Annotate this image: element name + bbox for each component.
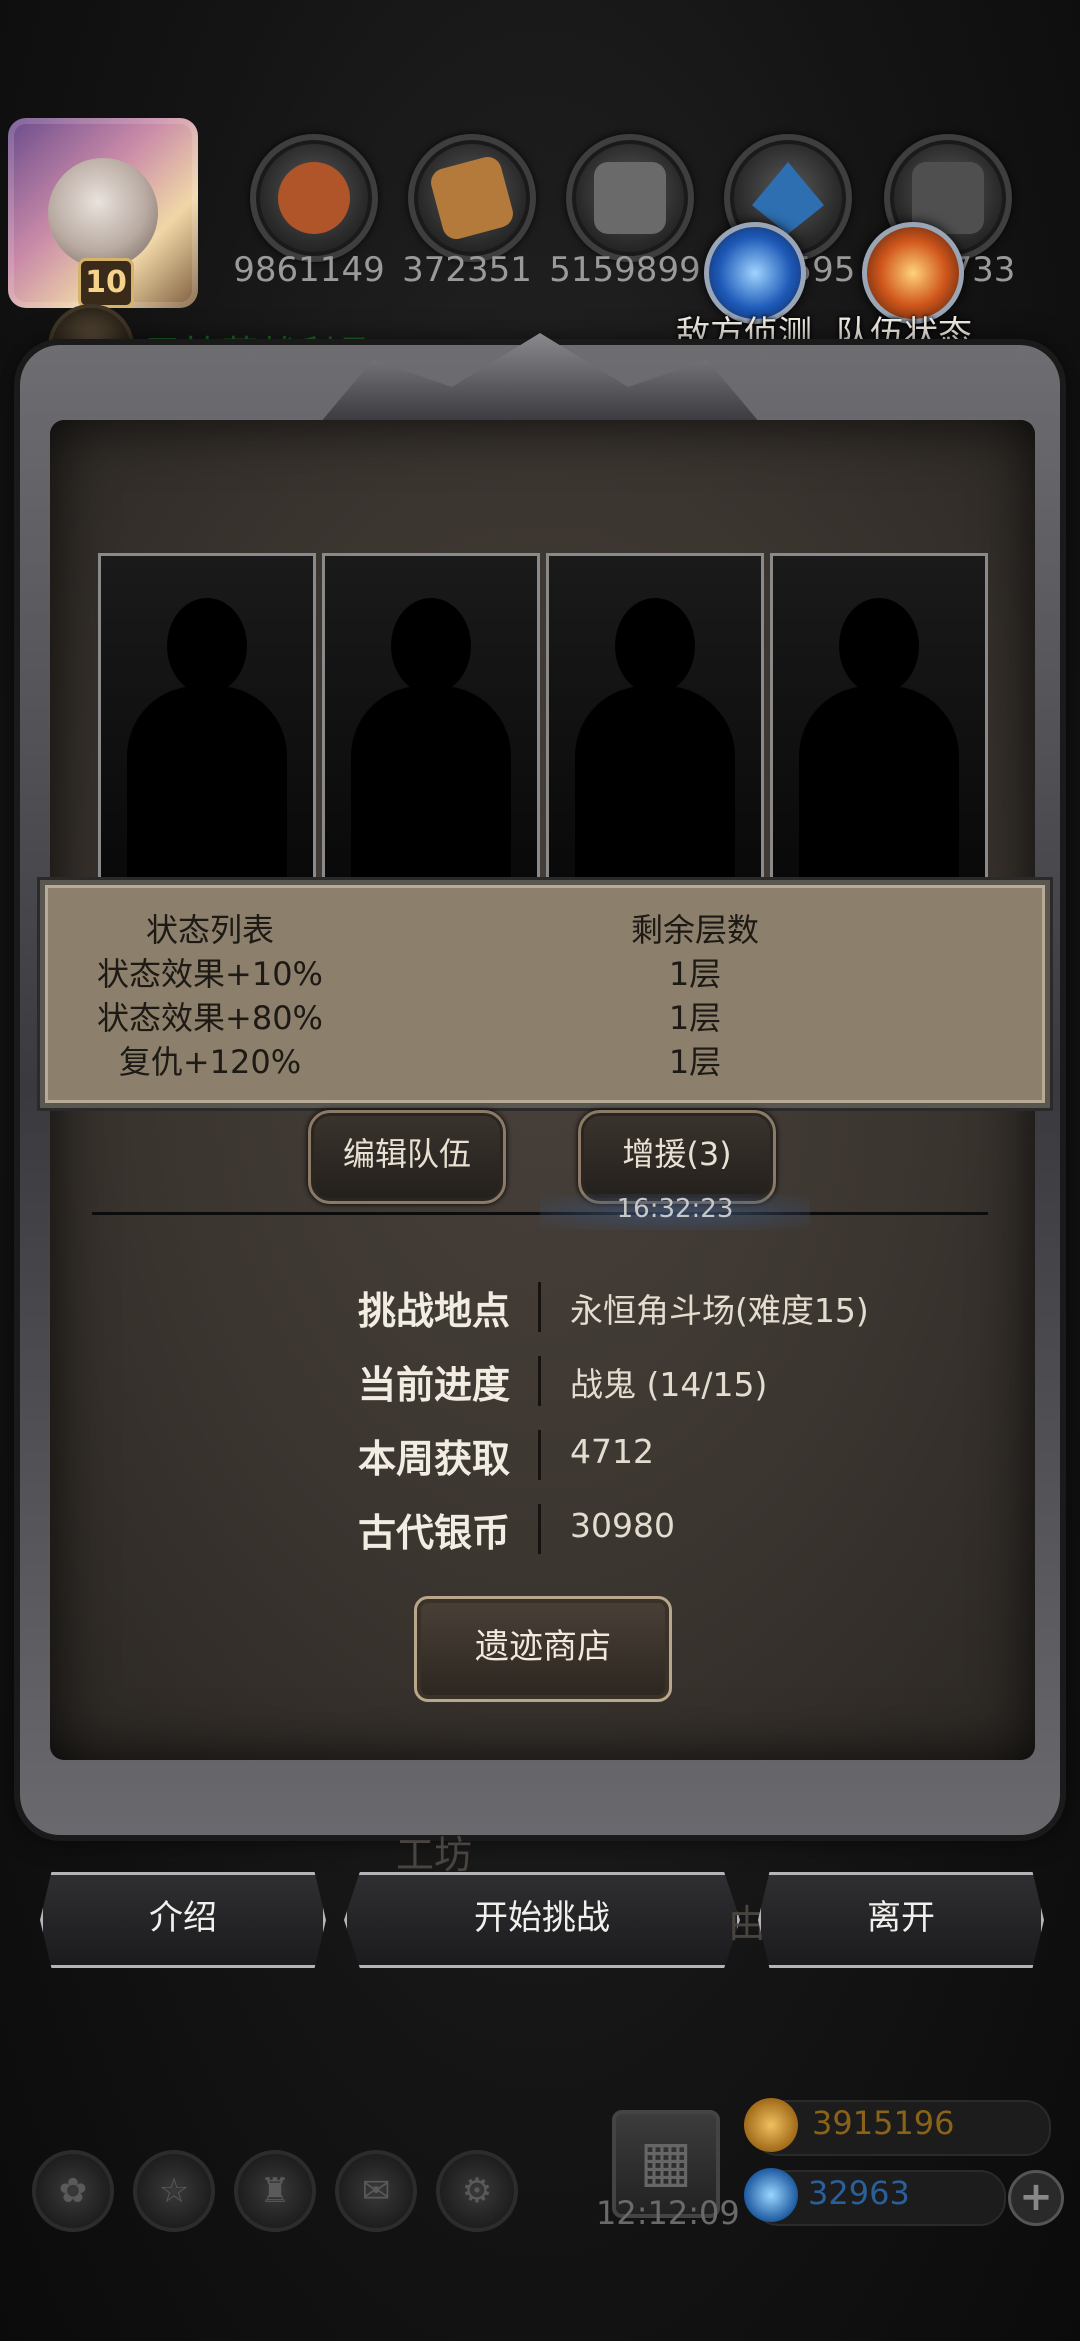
gold-value: 3915196 (812, 2104, 955, 2142)
status-row: 复仇+120% 1层 (45, 1037, 1045, 1082)
meat-icon[interactable] (250, 134, 378, 262)
gem-icon (744, 2168, 798, 2222)
silhouette-body (799, 686, 959, 881)
iron-icon[interactable] (566, 134, 694, 262)
gem-value: 32963 (808, 2174, 910, 2212)
location-value: 永恒角斗场(难度15) (570, 1291, 869, 1330)
status-layers: 1层 (668, 955, 722, 993)
silhouette-body (575, 686, 735, 881)
intro-button[interactable]: 介绍 (40, 1872, 326, 1968)
team-slot[interactable] (98, 553, 316, 881)
weekly-label: 本周获取 (357, 1437, 510, 1481)
silhouette-head (615, 598, 695, 694)
location-label: 挑战地点 (357, 1289, 510, 1333)
reinforce-button[interactable]: 增援(3) (578, 1110, 776, 1204)
relic-shop-button[interactable]: 遗迹商店 (414, 1596, 672, 1702)
silhouette-body (351, 686, 511, 881)
silhouette-head (839, 598, 919, 694)
weekly-value: 4712 (570, 1432, 654, 1471)
castle-icon[interactable]: ♜ (234, 2150, 316, 2232)
silver-label: 古代银币 (357, 1511, 510, 1555)
gold-icon (744, 2098, 798, 2152)
status-row: 状态效果+10% 1层 (45, 949, 1045, 994)
status-table-header: 状态列表 剩余层数 (45, 905, 1045, 950)
status-layers: 1层 (668, 999, 722, 1037)
wood-value: 372351 (402, 250, 532, 290)
status-layers: 1层 (668, 1043, 722, 1081)
status-row: 状态效果+80% 1层 (45, 993, 1045, 1038)
workshop-background-label: 工坊 (396, 1833, 473, 1877)
layers-header: 剩余层数 (630, 911, 759, 949)
settings-icon[interactable]: ✿ (32, 2150, 114, 2232)
meat-value: 9861149 (233, 250, 385, 290)
wood-icon[interactable] (408, 134, 536, 262)
status-name: 状态效果+10% (97, 955, 323, 993)
leave-button[interactable]: 离开 (758, 1872, 1044, 1968)
status-name: 复仇+120% (118, 1043, 302, 1081)
info-separator (538, 1430, 541, 1480)
player-avatar[interactable]: 10 (8, 118, 198, 308)
gear-sword-icon[interactable]: ⚙ (436, 2150, 518, 2232)
progress-label: 当前进度 (357, 1363, 510, 1407)
gift-timer: 12:12:09 (596, 2194, 740, 2232)
avatar-portrait (48, 158, 158, 268)
progress-value: 战鬼 (14/15) (570, 1365, 768, 1404)
frame-crest (320, 333, 760, 423)
silhouette-head (167, 598, 247, 694)
info-separator (538, 1356, 541, 1406)
add-currency-button[interactable]: + (1008, 2170, 1064, 2226)
status-header: 状态列表 (145, 911, 274, 949)
silhouette-head (391, 598, 471, 694)
silver-value: 30980 (570, 1506, 675, 1545)
mail-icon[interactable]: ✉ (335, 2150, 417, 2232)
medal-icon[interactable]: ☆ (133, 2150, 215, 2232)
status-table: 状态列表 剩余层数 状态效果+10% 1层 状态效果+80% 1层 复仇+120… (40, 880, 1050, 1108)
info-separator (538, 1282, 541, 1332)
status-name: 状态效果+80% (97, 999, 323, 1037)
start-challenge-button[interactable]: 开始挑战 (344, 1872, 740, 1968)
team-slot[interactable] (546, 553, 764, 881)
reinforce-timer: 16:32:23 (540, 1194, 810, 1230)
info-separator (538, 1504, 541, 1554)
silhouette-body (127, 686, 287, 881)
iron-value: 5159899 (549, 250, 701, 290)
player-level-badge: 10 (78, 258, 134, 308)
edit-team-button[interactable]: 编辑队伍 (308, 1110, 506, 1204)
team-slot[interactable] (770, 553, 988, 881)
team-slot[interactable] (322, 553, 540, 881)
